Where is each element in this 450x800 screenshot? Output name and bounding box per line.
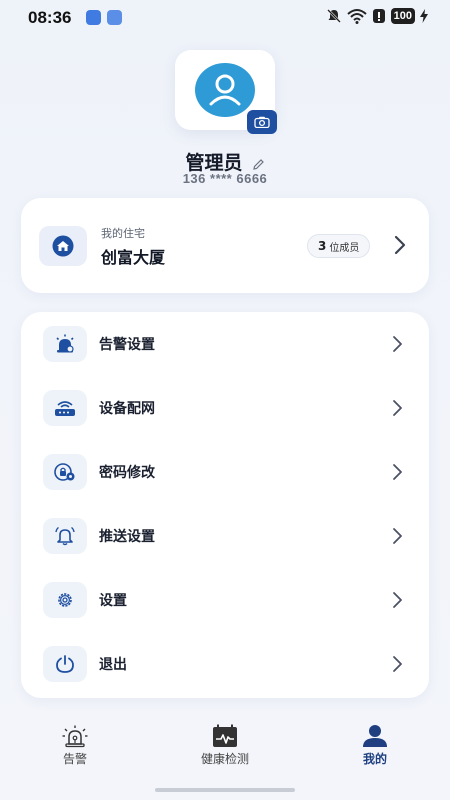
chevron-right-icon bbox=[393, 656, 402, 672]
alert-icon bbox=[372, 9, 385, 23]
chevron-right-icon bbox=[393, 592, 402, 608]
settings-menu: 告警设置 设备配网 密码修改 推送设置 设置 退出 bbox=[21, 312, 429, 698]
menu-icon-box bbox=[43, 582, 87, 618]
phone-number: 136 **** 6666 bbox=[182, 171, 268, 186]
wifi-icon bbox=[346, 9, 367, 24]
alarm-light-icon bbox=[56, 334, 74, 353]
menu-icon-box bbox=[43, 518, 87, 554]
power-icon bbox=[56, 655, 74, 673]
menu-item-label: 设置 bbox=[99, 593, 127, 609]
lock-settings-icon bbox=[54, 463, 75, 481]
menu-item-logout[interactable]: 退出 bbox=[21, 632, 429, 696]
user-avatar-icon bbox=[195, 63, 255, 117]
person-icon bbox=[363, 725, 387, 747]
app-notification-icon bbox=[86, 10, 101, 25]
menu-icon-box bbox=[43, 454, 87, 490]
tab-label: 告警 bbox=[62, 752, 87, 766]
tab-alarm[interactable]: 告警 bbox=[25, 720, 125, 776]
battery-indicator: 100 bbox=[390, 8, 415, 24]
tab-label: 我的 bbox=[362, 752, 387, 766]
calendar-pulse-icon bbox=[213, 724, 237, 747]
tab-mine[interactable]: 我的 bbox=[325, 720, 425, 776]
menu-item-label: 告警设置 bbox=[99, 337, 155, 353]
home-name: 创富大厦 bbox=[101, 248, 166, 267]
home-indicator[interactable] bbox=[155, 788, 295, 792]
members-count: 3 bbox=[318, 239, 327, 253]
menu-item-label: 密码修改 bbox=[99, 465, 155, 481]
home-card[interactable]: 我的住宅 创富大厦 3 位成员 bbox=[21, 198, 429, 293]
members-badge[interactable]: 3 位成员 bbox=[307, 234, 371, 258]
chevron-right-icon[interactable] bbox=[393, 234, 407, 256]
chevron-right-icon bbox=[393, 528, 402, 544]
menu-item-label: 退出 bbox=[99, 657, 127, 673]
menu-icon-box bbox=[43, 326, 87, 362]
chevron-right-icon bbox=[393, 400, 402, 416]
app-notification-icon bbox=[107, 10, 122, 25]
tab-label: 健康检测 bbox=[200, 752, 249, 766]
menu-item-alarm-settings[interactable]: 告警设置 bbox=[21, 312, 429, 376]
tab-health-check[interactable]: 健康检测 bbox=[175, 720, 275, 776]
menu-item-label: 设备配网 bbox=[99, 401, 155, 417]
chevron-right-icon bbox=[393, 464, 402, 480]
home-icon-box bbox=[39, 226, 87, 266]
menu-item-device-network[interactable]: 设备配网 bbox=[21, 376, 429, 440]
alarm-light-icon bbox=[62, 725, 88, 748]
gear-icon bbox=[58, 593, 72, 607]
router-icon bbox=[55, 401, 75, 416]
house-icon bbox=[52, 235, 74, 257]
mute-icon bbox=[326, 9, 341, 23]
chevron-right-icon bbox=[393, 336, 402, 352]
status-bar: 08:36 100 bbox=[0, 0, 450, 34]
bell-icon bbox=[55, 526, 75, 546]
camera-icon bbox=[254, 116, 270, 128]
status-icons: 100 bbox=[326, 8, 428, 24]
menu-icon-box bbox=[43, 390, 87, 426]
menu-item-settings[interactable]: 设置 bbox=[21, 568, 429, 632]
members-suffix: 位成员 bbox=[329, 242, 360, 254]
bottom-nav: 告警 健康检测 我的 bbox=[0, 720, 450, 780]
charging-icon bbox=[420, 9, 428, 23]
menu-item-label: 推送设置 bbox=[99, 529, 155, 545]
menu-item-push-settings[interactable]: 推送设置 bbox=[21, 504, 429, 568]
change-avatar-button[interactable] bbox=[247, 110, 277, 134]
edit-name-icon[interactable] bbox=[252, 158, 265, 171]
menu-icon-box bbox=[43, 646, 87, 682]
home-label: 我的住宅 bbox=[101, 227, 145, 240]
status-time: 08:36 bbox=[28, 8, 72, 27]
menu-item-change-password[interactable]: 密码修改 bbox=[21, 440, 429, 504]
